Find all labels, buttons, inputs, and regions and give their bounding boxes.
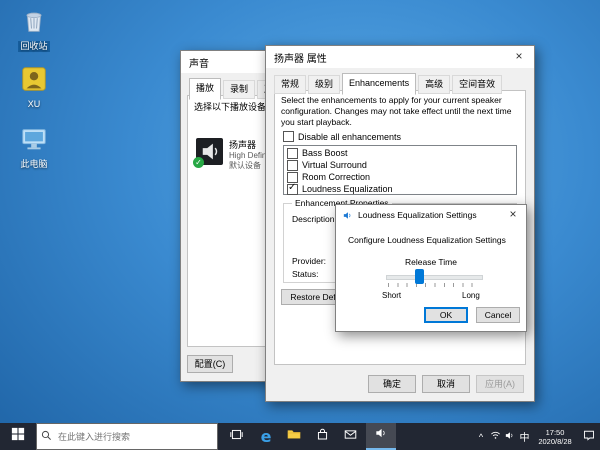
close-icon[interactable]: × xyxy=(504,46,534,67)
enhancement-row-virtual-surround[interactable]: Virtual Surround xyxy=(284,159,516,171)
enhancement-row-room-correction[interactable]: Room Correction xyxy=(284,171,516,183)
show-hidden-icons-button[interactable]: ^ xyxy=(474,423,488,450)
release-time-slider-handle[interactable] xyxy=(415,269,424,284)
default-device-check-icon: ✓ xyxy=(193,157,204,168)
enhancements-listbox[interactable]: Bass Boost Virtual Surround Room Correct… xyxy=(283,145,517,195)
volume-tray-button[interactable] xyxy=(503,423,516,450)
taskbar-clock[interactable]: 17:50 2020/8/28 xyxy=(532,423,578,450)
properties-title: 扬声器 属性 xyxy=(274,53,327,65)
desktop-icon-label: 回收站 xyxy=(18,41,50,52)
sound-settings-button[interactable] xyxy=(366,423,396,450)
desktop-icon-label: XU xyxy=(27,99,41,109)
desktop-icon-label: 此电脑 xyxy=(20,159,48,169)
properties-tabs: 常规 级别 Enhancements 高级 空间音效 xyxy=(274,73,504,95)
tab-levels[interactable]: 级别 xyxy=(308,75,341,94)
sound-dialog-title: 声音 xyxy=(189,58,209,70)
description-label: Description: xyxy=(292,214,337,224)
slider-tick-marks xyxy=(388,283,481,287)
cancel-button[interactable]: 取消 xyxy=(422,375,470,393)
chevron-up-icon: ^ xyxy=(478,431,484,442)
enhancement-row-loudness-equalization[interactable]: Loudness Equalization xyxy=(284,182,516,195)
provider-label: Provider: xyxy=(292,256,327,266)
apply-button[interactable]: 应用(A) xyxy=(476,375,524,393)
desktop-icon-user[interactable]: XU xyxy=(8,64,60,112)
release-time-slider-track[interactable] xyxy=(386,275,483,280)
tab-recording[interactable]: 录制 xyxy=(223,80,256,99)
taskbar: e ^ xyxy=(0,423,600,450)
desktop: 回收站 XU 此电脑 声音 播放 录制 声音 选择以下播放设备来修改设置: ✓ xyxy=(0,0,600,450)
tab-enhancements[interactable]: Enhancements xyxy=(342,73,417,95)
configure-button[interactable]: 配置(C) xyxy=(187,355,233,373)
taskbar-search-box[interactable] xyxy=(36,423,218,450)
action-center-button[interactable] xyxy=(578,423,600,450)
edge-icon: e xyxy=(260,427,272,446)
loudness-equalization-checkbox[interactable] xyxy=(287,182,298,195)
loudness-titlebar[interactable]: Loudness Equalization Settings × xyxy=(336,205,526,225)
mail-button[interactable] xyxy=(336,423,364,450)
enhancement-label: Bass Boost xyxy=(302,148,348,158)
windows-logo-icon xyxy=(11,427,25,446)
store-bag-icon xyxy=(316,428,329,446)
recycle-bin-icon xyxy=(19,6,49,36)
enhancements-intro-text: Select the enhancements to apply for you… xyxy=(281,95,512,127)
store-button[interactable] xyxy=(308,423,336,450)
disable-all-enhancements-row[interactable]: Disable all enhancements xyxy=(283,131,401,142)
notification-icon xyxy=(583,428,595,446)
release-time-label: Release Time xyxy=(405,257,457,267)
speaker-icon xyxy=(374,426,388,445)
loudness-settings-dialog: Loudness Equalization Settings × Configu… xyxy=(335,204,527,332)
network-tray-button[interactable] xyxy=(489,423,502,450)
cancel-button[interactable]: Cancel xyxy=(476,307,520,323)
ok-button[interactable]: 确定 xyxy=(368,375,416,393)
slider-min-label: Short xyxy=(382,291,402,300)
mail-envelope-icon xyxy=(344,428,357,446)
properties-titlebar[interactable]: 扬声器 属性 × xyxy=(266,46,534,68)
start-button[interactable] xyxy=(0,423,36,450)
tab-advanced[interactable]: 高级 xyxy=(418,75,451,94)
ok-button[interactable]: OK xyxy=(424,307,468,323)
user-account-icon xyxy=(19,64,49,94)
virtual-surround-checkbox[interactable] xyxy=(287,159,298,171)
ime-label: 中 xyxy=(519,433,530,444)
enhancement-label: Loudness Equalization xyxy=(302,184,393,194)
disable-all-label: Disable all enhancements xyxy=(298,131,402,142)
enhancement-label: Virtual Surround xyxy=(302,160,367,170)
edge-button[interactable]: e xyxy=(252,423,280,450)
this-pc-icon xyxy=(19,124,49,154)
folder-icon xyxy=(287,427,301,446)
search-input[interactable] xyxy=(56,430,210,443)
slider-max-label: Long xyxy=(462,291,480,300)
speaker-small-icon xyxy=(342,210,353,221)
clock-date: 2020/8/28 xyxy=(538,436,572,446)
speaker-device-icon: ✓ xyxy=(193,138,223,168)
loudness-subtitle: Configure Loudness Equalization Settings xyxy=(348,235,506,245)
clock-time: 17:50 xyxy=(545,427,565,437)
enhancement-row-bass-boost[interactable]: Bass Boost xyxy=(284,147,516,159)
task-view-icon xyxy=(229,428,243,446)
task-view-button[interactable] xyxy=(222,423,250,450)
desktop-icon-this-pc[interactable]: 此电脑 xyxy=(8,124,60,172)
desktop-icon-recycle-bin[interactable]: 回收站 xyxy=(8,6,60,54)
close-icon[interactable]: × xyxy=(500,205,526,224)
file-explorer-button[interactable] xyxy=(280,423,308,450)
tab-spatial-sound[interactable]: 空间音效 xyxy=(452,75,503,94)
search-icon xyxy=(41,428,52,446)
ime-indicator[interactable]: 中 xyxy=(517,423,532,450)
tab-general[interactable]: 常规 xyxy=(274,75,307,94)
bass-boost-checkbox[interactable] xyxy=(287,147,298,159)
status-label: Status: xyxy=(292,269,319,279)
loudness-title: Loudness Equalization Settings xyxy=(358,210,477,220)
enhancement-label: Room Correction xyxy=(302,172,371,182)
network-icon xyxy=(490,428,501,446)
tab-playback[interactable]: 播放 xyxy=(189,78,222,100)
disable-all-checkbox[interactable] xyxy=(283,131,294,142)
volume-icon xyxy=(504,428,515,446)
